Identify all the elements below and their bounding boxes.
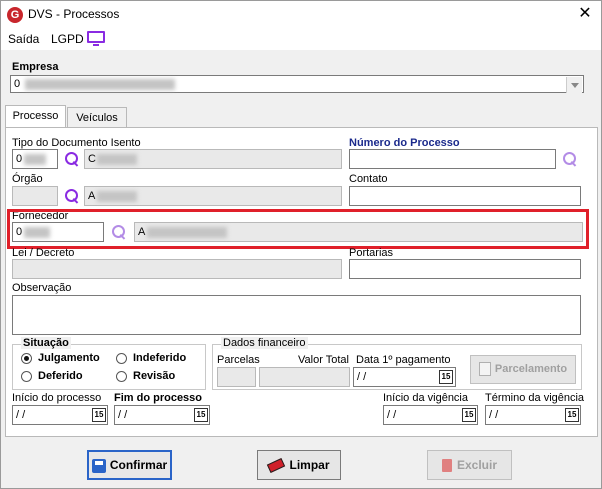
- contato-input[interactable]: [349, 186, 581, 206]
- orgao-code-input[interactable]: [12, 186, 58, 206]
- highlight-box: [7, 209, 589, 249]
- excluir-button[interactable]: Excluir: [427, 450, 512, 480]
- chevron-down-icon[interactable]: [566, 77, 582, 93]
- empresa-value: 0: [14, 78, 21, 90]
- numero-processo-input[interactable]: [349, 149, 556, 169]
- eraser-icon: [267, 458, 286, 474]
- dados-financeiro-title: Dados financeiro: [221, 337, 308, 349]
- inicio-processo-value: / /: [16, 409, 26, 421]
- confirmar-button[interactable]: Confirmar: [87, 450, 172, 480]
- orgao-desc: A: [84, 186, 342, 206]
- parcelas-label: Parcelas: [217, 354, 260, 366]
- inicio-processo-input[interactable]: / / 15: [12, 405, 108, 425]
- parcelamento-label: Parcelamento: [494, 363, 568, 375]
- parcelamento-button[interactable]: Parcelamento: [470, 355, 576, 384]
- window-title: DVS - Processos: [28, 7, 120, 21]
- redacted-text: [97, 191, 137, 202]
- calendar-icon[interactable]: 15: [565, 408, 579, 422]
- tipo-documento-code-input[interactable]: 0: [12, 149, 58, 169]
- tab-panel-processo: [5, 127, 598, 437]
- observacao-label: Observação: [12, 282, 72, 294]
- calendar-icon[interactable]: 15: [462, 408, 476, 422]
- numero-processo-label: Número do Processo: [349, 137, 460, 149]
- calendar-icon[interactable]: 15: [439, 370, 453, 384]
- tipo-documento-desc: C: [84, 149, 342, 169]
- parcelas-input[interactable]: [217, 367, 256, 387]
- redacted-text: [24, 154, 46, 165]
- title-bar: G DVS - Processos ✕: [1, 1, 601, 29]
- tab-processo[interactable]: Processo: [5, 105, 66, 129]
- termino-vigencia-label: Término da vigência: [485, 392, 585, 404]
- menu-saida[interactable]: Saída: [8, 32, 39, 46]
- limpar-label: Limpar: [289, 458, 330, 472]
- radio-julgamento-label[interactable]: Julgamento: [38, 352, 100, 364]
- portarias-input[interactable]: [349, 259, 581, 279]
- search-icon[interactable]: [64, 151, 80, 167]
- termino-vigencia-input[interactable]: / / 15: [485, 405, 581, 425]
- data-pagamento-value: / /: [357, 371, 367, 383]
- search-icon[interactable]: [562, 151, 578, 167]
- close-icon[interactable]: ✕: [573, 3, 597, 25]
- inicio-vigencia-label: Início da vigência: [383, 392, 468, 404]
- calendar-icon[interactable]: 15: [92, 408, 106, 422]
- trash-icon: [441, 459, 452, 473]
- empresa-select[interactable]: 0: [10, 75, 584, 93]
- valor-total-input[interactable]: [259, 367, 350, 387]
- orgao-label: Órgão: [12, 173, 43, 185]
- valor-total-label: Valor Total: [298, 354, 349, 366]
- observacao-textarea[interactable]: [12, 295, 581, 335]
- radio-revisao[interactable]: [116, 371, 127, 382]
- radio-revisao-label[interactable]: Revisão: [133, 370, 175, 382]
- calendar-icon[interactable]: 15: [194, 408, 208, 422]
- window: G DVS - Processos ✕ Saída LGPD Empresa 0…: [0, 0, 602, 489]
- radio-deferido[interactable]: [21, 371, 32, 382]
- situacao-title: Situação: [21, 337, 71, 349]
- radio-julgamento[interactable]: [21, 353, 32, 364]
- search-icon[interactable]: [64, 188, 80, 204]
- contato-label: Contato: [349, 173, 388, 185]
- lei-decreto-input[interactable]: [12, 259, 342, 279]
- radio-indeferido-label[interactable]: Indeferido: [133, 352, 186, 364]
- redacted-text: [97, 154, 137, 165]
- confirmar-label: Confirmar: [109, 458, 168, 472]
- document-icon: [478, 362, 491, 377]
- data-pagamento-label: Data 1º pagamento: [356, 354, 451, 366]
- tipo-documento-label: Tipo do Documento Isento: [12, 137, 141, 149]
- fim-processo-label: Fim do processo: [114, 392, 203, 404]
- empresa-label: Empresa: [12, 61, 59, 73]
- radio-indeferido[interactable]: [116, 353, 127, 364]
- data-pagamento-input[interactable]: / / 15: [353, 367, 456, 387]
- fim-processo-value: / /: [118, 409, 128, 421]
- app-logo-icon: G: [7, 7, 23, 23]
- monitor-icon[interactable]: [87, 31, 105, 46]
- excluir-label: Excluir: [456, 458, 498, 472]
- tab-veiculos[interactable]: Veículos: [67, 107, 127, 129]
- fim-processo-input[interactable]: / / 15: [114, 405, 210, 425]
- inicio-processo-label: Início do processo: [12, 392, 102, 404]
- inicio-vigencia-value: / /: [387, 409, 397, 421]
- menu-lgpd[interactable]: LGPD: [51, 32, 84, 46]
- situacao-group: Situação: [12, 337, 206, 390]
- lei-decreto-label: Lei / Decreto: [12, 247, 75, 259]
- tipo-documento-desc-text: C: [88, 153, 96, 165]
- orgao-desc-text: A: [88, 190, 96, 202]
- button-bar: Confirmar Limpar Excluir: [1, 441, 601, 488]
- limpar-button[interactable]: Limpar: [257, 450, 341, 480]
- inicio-vigencia-input[interactable]: / / 15: [383, 405, 478, 425]
- radio-deferido-label[interactable]: Deferido: [38, 370, 83, 382]
- empresa-redacted: [25, 79, 175, 90]
- tipo-documento-code: 0: [16, 153, 23, 165]
- portarias-label: Portarias: [349, 247, 394, 259]
- save-icon: [91, 458, 106, 473]
- termino-vigencia-value: / /: [489, 409, 499, 421]
